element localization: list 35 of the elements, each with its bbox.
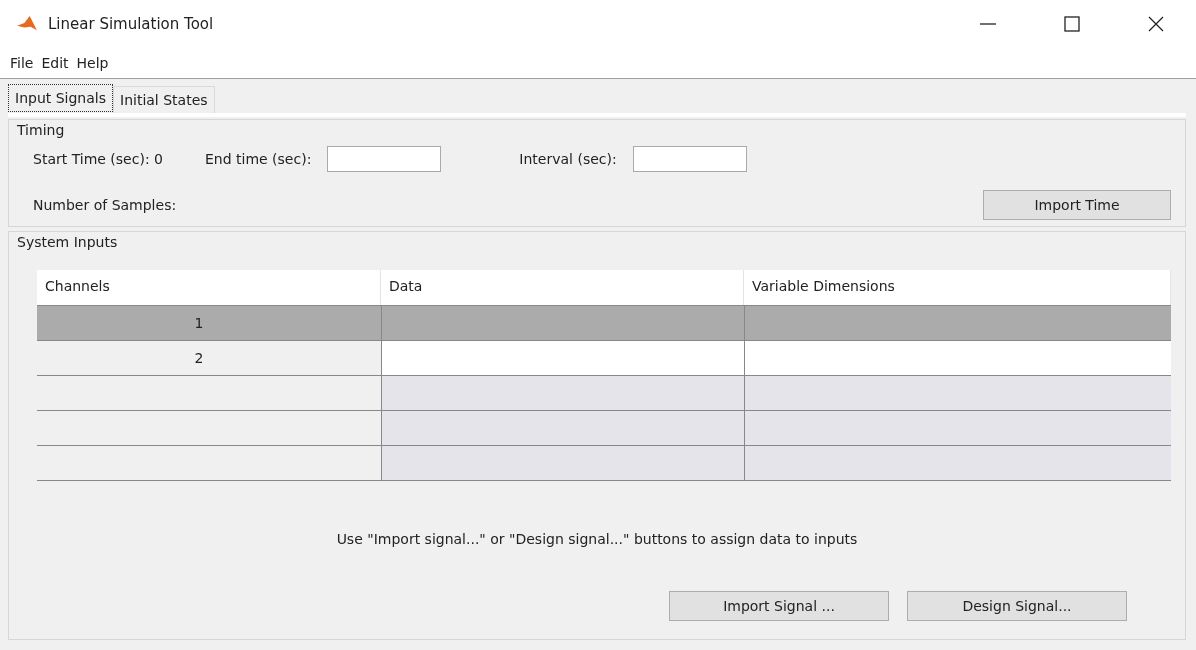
start-time-label: Start Time (sec): 0: [33, 151, 163, 167]
table-cell[interactable]: [744, 411, 1171, 445]
interval-label: Interval (sec):: [519, 151, 617, 167]
table-cell[interactable]: [744, 376, 1171, 410]
table-cell[interactable]: [381, 411, 744, 445]
table-cell[interactable]: [744, 341, 1171, 375]
end-time-field[interactable]: [327, 146, 442, 172]
column-header: Channels: [37, 270, 381, 305]
import-time-button[interactable]: Import Time: [983, 190, 1171, 220]
table-cell[interactable]: 1: [37, 306, 381, 340]
close-icon[interactable]: [1146, 14, 1166, 34]
window-title: Linear Simulation Tool: [48, 15, 214, 33]
design-signal-button[interactable]: Design Signal...: [907, 591, 1127, 621]
tab[interactable]: Input Signals: [8, 84, 113, 112]
end-time-label: End time (sec):: [204, 151, 312, 167]
table-cell[interactable]: [381, 446, 744, 480]
menu-item[interactable]: File: [10, 55, 34, 71]
menu-item[interactable]: Edit: [41, 55, 69, 71]
menu-item[interactable]: Help: [76, 55, 109, 71]
column-header: Data: [381, 270, 744, 305]
group-title: System Inputs: [17, 234, 119, 250]
maximize-icon[interactable]: [1062, 14, 1082, 34]
import-signal-button[interactable]: Import Signal ...: [669, 591, 889, 621]
table-cell[interactable]: [381, 376, 744, 410]
table-cell[interactable]: [744, 446, 1171, 480]
app-logo-icon: [16, 15, 38, 33]
group-title: Timing: [17, 122, 66, 138]
table-cell[interactable]: [744, 306, 1171, 340]
table-cell[interactable]: [381, 341, 744, 375]
column-header: Variable Dimensions: [744, 270, 1171, 305]
interval-field[interactable]: [632, 146, 747, 172]
samples-label: Number of Samples:: [33, 197, 177, 213]
table-cell[interactable]: [381, 306, 744, 340]
hint-text: Use "Import signal..." or "Design signal..." buttons to assign data to inputs: [335, 531, 859, 547]
tab[interactable]: Initial States: [113, 86, 215, 113]
